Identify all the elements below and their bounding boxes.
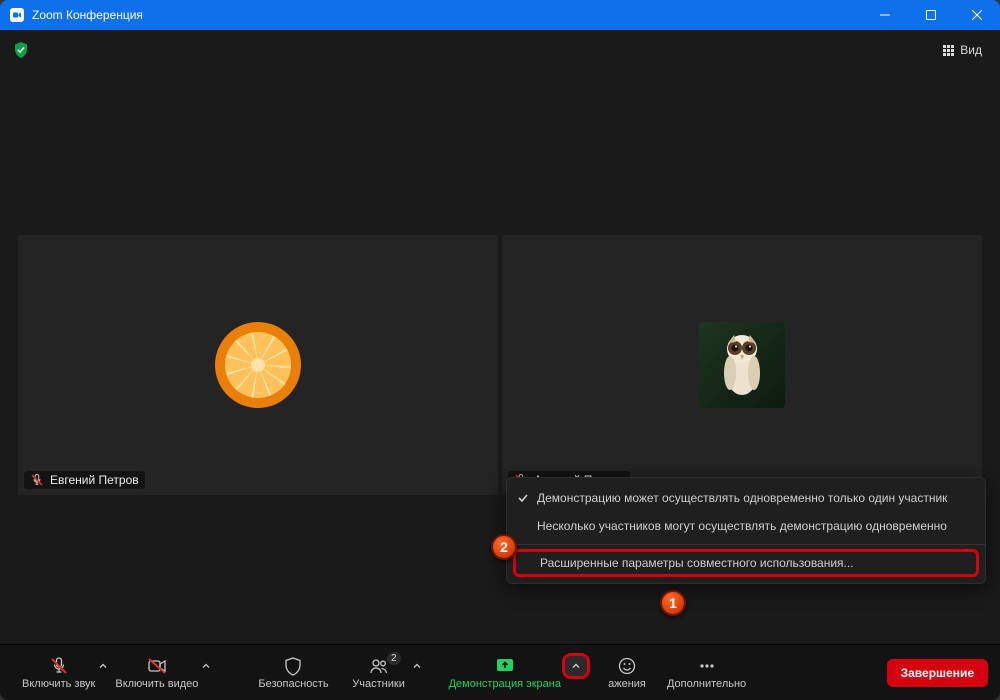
annotation-callout-1: 1 xyxy=(660,590,686,616)
zoom-app-icon xyxy=(10,8,24,22)
minimize-button[interactable] xyxy=(862,0,908,30)
chevron-up-icon xyxy=(571,661,581,671)
share-screen-icon xyxy=(495,656,515,676)
participant-tile[interactable]: Алексей Петров xyxy=(502,235,982,495)
share-option-one-only[interactable]: Демонстрацию может осуществлять одноврем… xyxy=(507,484,985,512)
meeting-area: Вид Евгений Петров xyxy=(0,30,1000,644)
view-mode-button[interactable]: Вид xyxy=(937,39,988,61)
check-icon xyxy=(517,492,529,504)
video-button[interactable]: Включить видео xyxy=(105,652,208,694)
chevron-up-icon[interactable] xyxy=(413,662,421,670)
maximize-button[interactable] xyxy=(908,0,954,30)
end-meeting-button[interactable]: Завершение xyxy=(887,659,988,687)
share-screen-options-button[interactable] xyxy=(565,656,587,676)
window-titlebar: Zoom Конференция xyxy=(0,0,1000,30)
reactions-button[interactable]: ажения xyxy=(597,652,657,694)
more-button[interactable]: Дополнительно xyxy=(657,652,756,694)
audio-button[interactable]: Включить звук xyxy=(12,652,105,694)
window-title: Zoom Конференция xyxy=(32,8,143,22)
close-button[interactable] xyxy=(954,0,1000,30)
participant-tile[interactable]: Евгений Петров xyxy=(18,235,498,495)
mic-muted-icon xyxy=(30,473,44,487)
chevron-up-icon[interactable] xyxy=(202,662,210,670)
more-horizontal-icon xyxy=(697,656,717,676)
menu-separator xyxy=(507,544,985,545)
grid-icon xyxy=(943,45,954,56)
smile-icon xyxy=(617,656,637,676)
participant-name: Евгений Петров xyxy=(50,473,139,487)
mic-muted-icon xyxy=(49,656,69,676)
annotation-callout-2: 2 xyxy=(491,534,517,560)
security-button[interactable]: Безопасность xyxy=(248,652,338,694)
meeting-toolbar: Включить звук Включить видео Безопасност… xyxy=(0,644,1000,700)
shield-icon xyxy=(283,656,303,676)
share-advanced-options[interactable]: Расширенные параметры совместного исполь… xyxy=(513,549,979,577)
people-icon xyxy=(369,656,389,676)
share-options-menu: Демонстрацию может осуществлять одноврем… xyxy=(506,477,986,584)
video-off-icon xyxy=(147,656,167,676)
avatar xyxy=(215,322,301,408)
participants-button[interactable]: Участники 2 xyxy=(339,652,419,694)
share-option-multiple[interactable]: Несколько участников могут осуществлять … xyxy=(507,512,985,540)
view-label: Вид xyxy=(960,43,982,57)
participants-count-badge: 2 xyxy=(387,652,401,665)
avatar xyxy=(699,322,785,408)
encryption-shield-icon[interactable] xyxy=(12,41,30,59)
share-screen-button[interactable]: Демонстрация экрана xyxy=(439,652,571,694)
